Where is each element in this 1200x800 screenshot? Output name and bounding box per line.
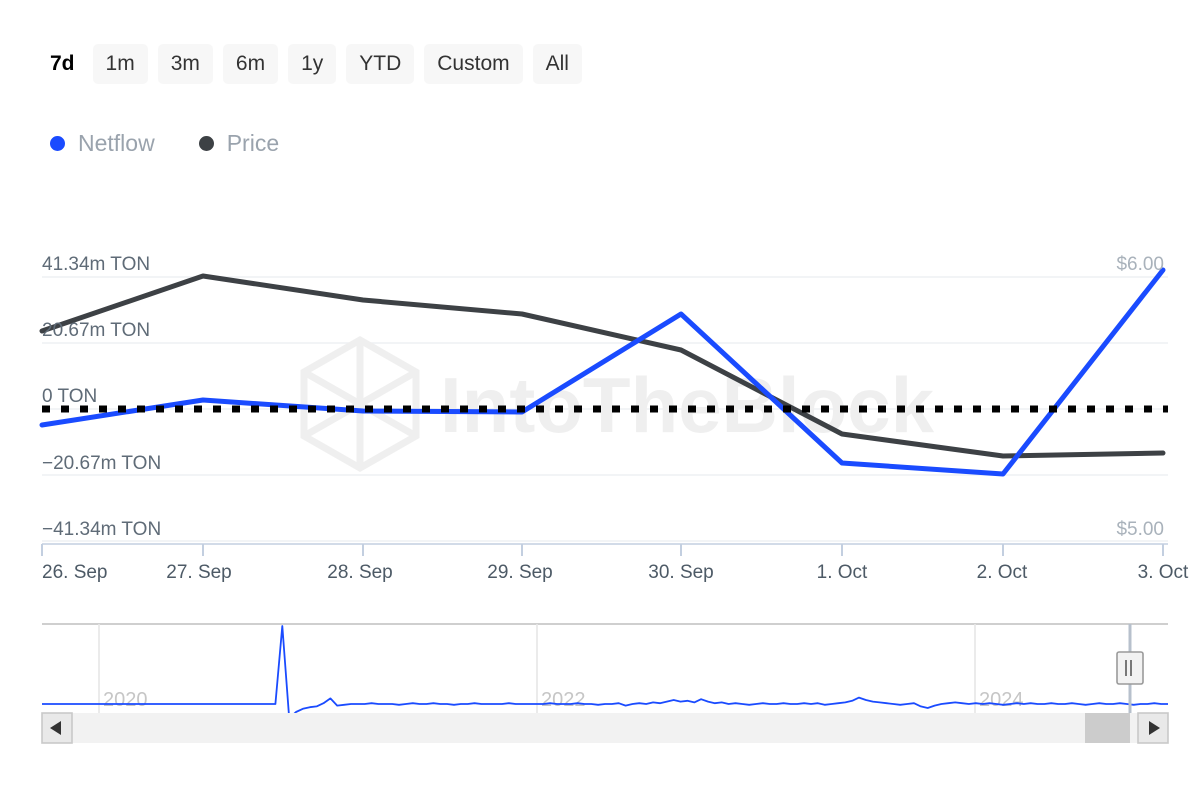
navigator-gridlines	[98, 624, 976, 713]
y-label-left-1: −20.67m TON	[42, 453, 161, 474]
scroll-right-button[interactable]	[1137, 712, 1169, 744]
x-label-2: 28. Sep	[327, 562, 393, 583]
x-label-1: 27. Sep	[166, 562, 232, 583]
navigator-year-2: 2024	[979, 689, 1024, 711]
chart-container: IntoTheBlock 41.34m TON 20.67m TON 0 TON…	[0, 0, 1200, 800]
x-label-6: 2. Oct	[977, 562, 1028, 583]
y-label-left-2: 0 TON	[42, 386, 97, 407]
x-axis-labels: 26. Sep 27. Sep 28. Sep 29. Sep 30. Sep …	[42, 562, 1189, 583]
x-label-0: 26. Sep	[42, 562, 108, 583]
navigator-drag-handle-icon[interactable]	[1116, 651, 1144, 685]
chart-navigator[interactable]: 2020 2022 2024	[41, 623, 1169, 744]
navigator-scrollbar-track[interactable]	[42, 713, 1168, 743]
y-label-left-0: −41.34m TON	[42, 519, 161, 540]
scroll-left-button[interactable]	[41, 712, 73, 744]
navigator-scrollbar-thumb[interactable]	[1085, 713, 1130, 743]
y-label-left-4: 41.34m TON	[42, 254, 150, 275]
x-label-7: 3. Oct	[1138, 562, 1189, 583]
x-axis-ticks	[41, 544, 1164, 556]
y-label-left-3: 20.67m TON	[42, 320, 150, 341]
navigator-sparkline	[42, 625, 1168, 720]
x-label-4: 30. Sep	[648, 562, 714, 583]
navigator-year-1: 2022	[541, 689, 586, 711]
y-label-right-0: $5.00	[1116, 519, 1164, 540]
navigator-year-0: 2020	[103, 689, 148, 711]
hexagon-logo-icon	[300, 335, 420, 473]
watermark: IntoTheBlock	[300, 335, 935, 473]
x-label-3: 29. Sep	[487, 562, 553, 583]
y-label-right-1: $6.00	[1116, 254, 1164, 275]
x-label-5: 1. Oct	[817, 562, 868, 583]
